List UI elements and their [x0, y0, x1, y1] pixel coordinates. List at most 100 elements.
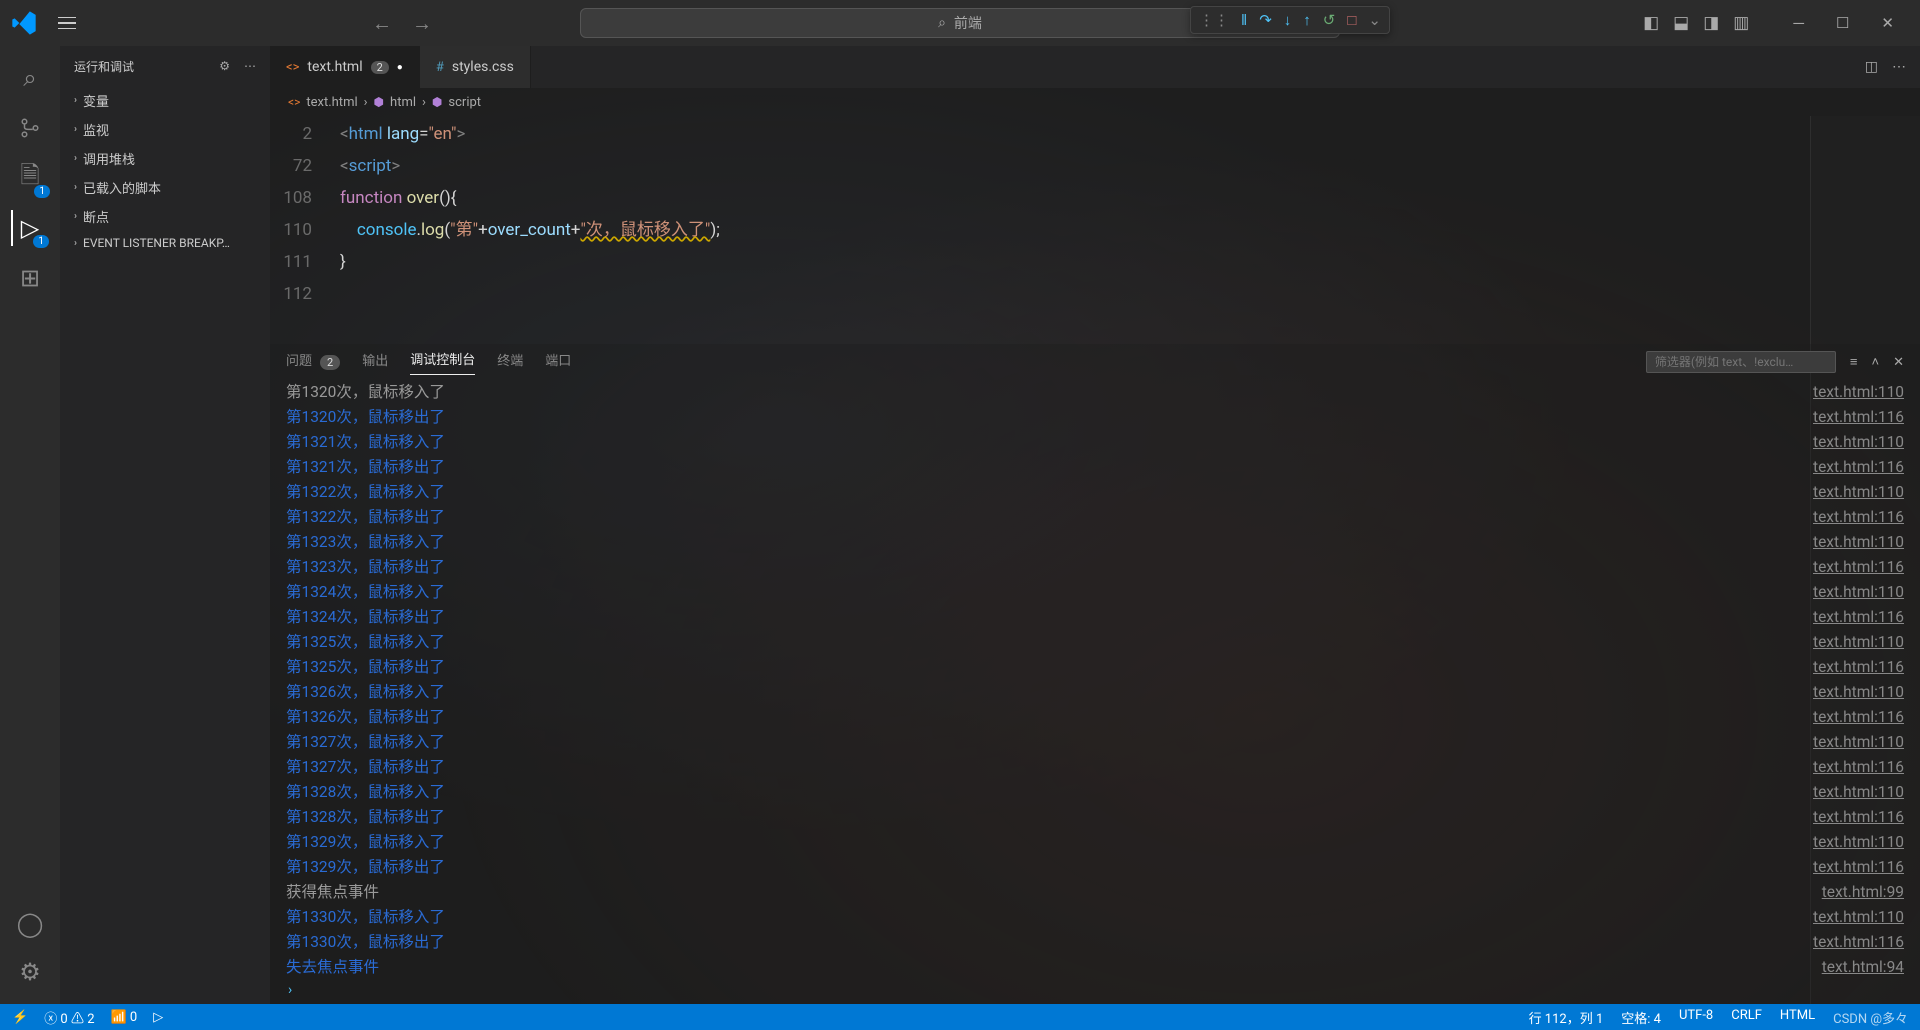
chevron-right-icon: › — [74, 95, 77, 106]
pause-icon[interactable]: ‖ — [1241, 11, 1247, 29]
console-source-link[interactable]: text.html:116 — [1813, 855, 1904, 880]
nav-arrows: ← → — [372, 11, 432, 36]
console-source-link[interactable]: text.html:94 — [1822, 955, 1904, 976]
status-encoding[interactable]: UTF-8 — [1679, 1008, 1713, 1027]
console-source-link[interactable]: text.html:110 — [1813, 630, 1904, 655]
console-source-link[interactable]: text.html:116 — [1813, 605, 1904, 630]
console-source-link[interactable]: text.html:110 — [1813, 730, 1904, 755]
console-message: 第1326次，鼠标移出了 — [286, 705, 445, 730]
extensions-icon[interactable]: ⊞ — [12, 260, 48, 296]
drag-handle-icon[interactable]: ⋮⋮ — [1199, 11, 1229, 29]
console-source-link[interactable]: text.html:110 — [1813, 830, 1904, 855]
more-actions-icon[interactable]: ⋯ — [1892, 59, 1906, 75]
console-message: 第1328次，鼠标移出了 — [286, 805, 445, 830]
stop-icon[interactable]: □ — [1347, 11, 1356, 29]
sidebar-settings-icon[interactable]: ⚙ — [219, 59, 230, 73]
console-source-link[interactable]: text.html:110 — [1813, 905, 1904, 930]
panel-close-icon[interactable]: ✕ — [1893, 355, 1904, 370]
nav-forward-icon[interactable]: → — [412, 11, 432, 36]
status-debug-icon[interactable]: ▷ — [153, 1010, 163, 1025]
source-control-icon[interactable] — [12, 110, 48, 146]
filter-settings-icon[interactable]: ≡ — [1850, 354, 1858, 370]
console-source-link[interactable]: text.html:116 — [1813, 930, 1904, 955]
panel-tab-ports[interactable]: 端口 — [545, 350, 571, 375]
console-source-link[interactable]: text.html:110 — [1813, 430, 1904, 455]
panel-maximize-icon[interactable]: ˄ — [1872, 354, 1880, 370]
restart-icon[interactable]: ↺ — [1323, 11, 1336, 29]
explorer-icon[interactable]: 🗎1 — [12, 160, 48, 196]
code-content[interactable]: <html lang="en"> <script> function over(… — [340, 116, 1920, 344]
console-filter-input[interactable] — [1646, 351, 1836, 373]
nav-back-icon[interactable]: ← — [372, 11, 392, 36]
breadcrumb[interactable]: <> text.html› ⬢ html› ⬢ script — [270, 88, 1920, 116]
console-source-link[interactable]: text.html:110 — [1813, 480, 1904, 505]
console-source-link[interactable]: text.html:116 — [1813, 505, 1904, 530]
console-message: 第1328次，鼠标移入了 — [286, 780, 445, 805]
run-debug-icon[interactable]: ▷1 — [11, 210, 47, 246]
console-source-link[interactable]: text.html:116 — [1813, 455, 1904, 480]
debug-console[interactable]: 第1320次，鼠标移入了text.html:110第1320次，鼠标移出了tex… — [270, 380, 1920, 976]
status-cursor-position[interactable]: 行 112，列 1 — [1529, 1008, 1604, 1027]
console-source-link[interactable]: text.html:116 — [1813, 655, 1904, 680]
code-editor[interactable]: 272108110111112 <html lang="en"> <script… — [270, 116, 1920, 344]
console-source-link[interactable]: text.html:110 — [1813, 680, 1904, 705]
console-source-link[interactable]: text.html:99 — [1822, 880, 1904, 905]
sidebar-more-icon[interactable]: ⋯ — [244, 59, 256, 73]
console-source-link[interactable]: text.html:116 — [1813, 705, 1904, 730]
split-editor-icon[interactable]: ◫ — [1865, 59, 1878, 75]
status-ports[interactable]: 📶 0 — [111, 1010, 138, 1025]
chevron-right-icon: › — [74, 182, 77, 193]
remote-indicator-icon[interactable]: ⚡ — [12, 1010, 28, 1025]
panel-tab-problems[interactable]: 问题 — [286, 350, 312, 375]
sidebar-section-variables[interactable]: ›变量 — [60, 86, 270, 115]
debug-dropdown-icon[interactable]: ⌄ — [1368, 11, 1381, 29]
tabs-row: <> text.html 2 ● # styles.css ◫ ⋯ — [270, 46, 1920, 88]
toggle-panel-icon[interactable]: ⬓ — [1673, 13, 1689, 33]
status-language[interactable]: HTML — [1780, 1008, 1815, 1027]
sidebar-section-callstack[interactable]: ›调用堆栈 — [60, 144, 270, 173]
activity-bar: ⌕ 🗎1 ▷1 ⊞ ◯ ⚙ — [0, 46, 60, 1004]
status-errors-warnings[interactable]: ⓧ 0 ⚠ 2 — [44, 1008, 94, 1027]
sidebar-section-event-listeners[interactable]: ›EVENT LISTENER BREAKP… — [60, 231, 270, 255]
hamburger-menu-icon[interactable] — [58, 11, 82, 35]
sidebar-section-breakpoints[interactable]: ›断点 — [60, 202, 270, 231]
console-source-link[interactable]: text.html:116 — [1813, 555, 1904, 580]
sidebar-section-watch[interactable]: ›监视 — [60, 115, 270, 144]
panel-tab-terminal[interactable]: 终端 — [497, 350, 523, 375]
status-indentation[interactable]: 空格: 4 — [1621, 1008, 1661, 1027]
toggle-secondary-sidebar-icon[interactable]: ◨ — [1703, 13, 1719, 33]
tab-styles-css[interactable]: # styles.css — [420, 46, 531, 88]
customize-layout-icon[interactable]: ▥ — [1733, 13, 1749, 33]
console-source-link[interactable]: text.html:110 — [1813, 580, 1904, 605]
console-source-link[interactable]: text.html:110 — [1813, 780, 1904, 805]
console-message: 第1321次，鼠标移出了 — [286, 455, 445, 480]
console-source-link[interactable]: text.html:116 — [1813, 405, 1904, 430]
console-message: 第1320次，鼠标移出了 — [286, 405, 445, 430]
settings-gear-icon[interactable]: ⚙ — [12, 954, 48, 990]
console-message: 第1324次，鼠标移入了 — [286, 580, 445, 605]
console-source-link[interactable]: text.html:110 — [1813, 530, 1904, 555]
tab-text-html[interactable]: <> text.html 2 ● — [270, 46, 420, 88]
step-into-icon[interactable]: ↓ — [1284, 11, 1292, 29]
search-activity-icon[interactable]: ⌕ — [12, 60, 48, 96]
status-eol[interactable]: CRLF — [1731, 1008, 1762, 1027]
step-over-icon[interactable]: ↷ — [1259, 11, 1272, 29]
console-source-link[interactable]: text.html:110 — [1813, 380, 1904, 405]
panel-tabs: 问题 2 输出 调试控制台 终端 端口 ≡ ˄ ✕ — [270, 344, 1920, 380]
sidebar-section-loaded-scripts[interactable]: ›已载入的脚本 — [60, 173, 270, 202]
chevron-right-icon: › — [74, 211, 77, 222]
chevron-right-icon: › — [74, 238, 77, 249]
console-prompt[interactable]: › — [270, 976, 1920, 1004]
toggle-primary-sidebar-icon[interactable]: ◧ — [1643, 13, 1659, 33]
panel-tab-output[interactable]: 输出 — [362, 350, 388, 375]
console-source-link[interactable]: text.html:116 — [1813, 805, 1904, 830]
step-out-icon[interactable]: ↑ — [1303, 11, 1311, 29]
minimize-icon[interactable]: ─ — [1793, 14, 1804, 32]
sidebar-title: 运行和调试 — [74, 58, 134, 75]
accounts-icon[interactable]: ◯ — [12, 906, 48, 942]
maximize-icon[interactable]: ☐ — [1836, 14, 1849, 32]
console-message: 第1323次，鼠标移入了 — [286, 530, 445, 555]
panel-tab-debug-console[interactable]: 调试控制台 — [410, 349, 475, 375]
console-source-link[interactable]: text.html:116 — [1813, 755, 1904, 780]
close-icon[interactable]: ✕ — [1881, 14, 1894, 32]
